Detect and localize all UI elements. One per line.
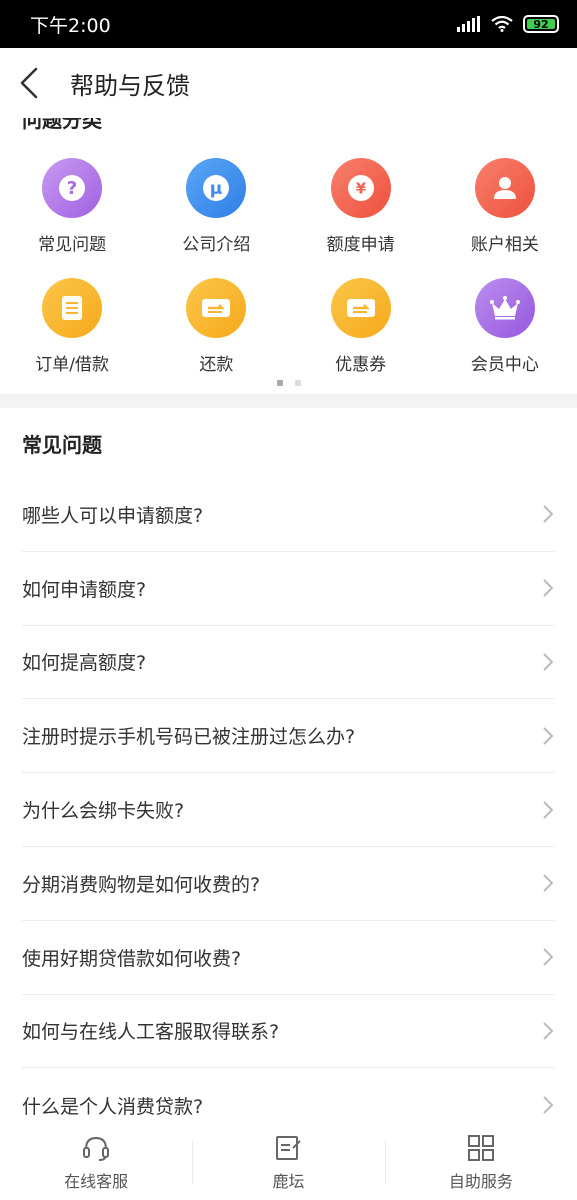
page-dot [294, 380, 301, 386]
faq-item[interactable]: 如何申请额度? [22, 552, 555, 626]
chevron-right-icon [543, 1096, 554, 1114]
chevron-right-icon [543, 1022, 554, 1040]
faq-question: 什么是个人消费贷款? [22, 1095, 204, 1118]
nav-label: 在线客服 [64, 1172, 129, 1191]
category-label: 常见问题 [38, 235, 107, 255]
battery-level: 92 [533, 17, 549, 31]
nav-forum[interactable]: 鹿坛 [192, 1122, 384, 1200]
svg-text:?: ? [67, 178, 77, 199]
category-label: 公司介绍 [182, 235, 251, 255]
chevron-right-icon [543, 727, 554, 745]
chevron-right-icon [543, 579, 554, 597]
category-account[interactable]: 账户相关 [433, 158, 577, 278]
category-label: 会员中心 [470, 355, 539, 375]
category-grid: ? 常见问题 μ 公司介绍 ¥ 额度申请 账户相关 订单/借款 还款 优惠券 会… [0, 158, 577, 394]
page-dot-active [276, 380, 283, 386]
faq-item[interactable]: 分期消费购物是如何收费的? [22, 847, 555, 921]
faq-heading: 常见问题 [22, 432, 102, 457]
faq-question: 分期消费购物是如何收费的? [22, 873, 261, 896]
back-button[interactable] [0, 48, 58, 118]
category-order[interactable]: 订单/借款 [0, 278, 144, 394]
faq-item[interactable]: 使用好期贷借款如何收费? [22, 921, 555, 995]
page-title: 帮助与反馈 [70, 71, 190, 100]
chevron-right-icon [543, 653, 554, 671]
faq-item[interactable]: 注册时提示手机号码已被注册过怎么办? [22, 699, 555, 774]
faq-question: 使用好期贷借款如何收费? [22, 947, 242, 970]
faq-question: 如何申请额度? [22, 578, 147, 601]
category-company[interactable]: μ 公司介绍 [144, 158, 288, 278]
nav-label: 自助服务 [448, 1172, 513, 1191]
category-label: 额度申请 [326, 235, 395, 255]
category-label: 优惠券 [335, 355, 387, 375]
wifi-icon [491, 16, 513, 32]
faq-question: 如何与在线人工客服取得联系? [22, 1021, 280, 1044]
faq-question: 为什么会绑卡失败? [22, 800, 185, 823]
category-label: 订单/借款 [35, 355, 109, 375]
section-divider [0, 394, 577, 408]
back-arrow-icon [20, 67, 38, 99]
category-repay[interactable]: 还款 [144, 278, 288, 394]
category-section: 问题分类 ? 常见问题 μ 公司介绍 ¥ 额度申请 账户相关 订单/借款 还款 … [0, 118, 577, 394]
user-icon [474, 158, 535, 218]
svg-text:¥: ¥ [355, 180, 366, 198]
grid-icon [467, 1135, 494, 1161]
category-coupon[interactable]: 优惠券 [289, 278, 433, 394]
faq-question: 哪些人可以申请额度? [22, 504, 204, 527]
category-faq[interactable]: ? 常见问题 [0, 158, 144, 278]
category-heading: 问题分类 [22, 118, 102, 132]
header: 帮助与反馈 [0, 48, 577, 118]
chevron-right-icon [543, 948, 554, 966]
question-icon: ? [42, 158, 103, 218]
coupon-icon [330, 278, 391, 338]
status-time: 下午2:00 [30, 14, 111, 37]
company-logo-icon: μ [186, 158, 247, 218]
edit-icon [276, 1136, 302, 1160]
faq-list: 哪些人可以申请额度? 如何申请额度? 如何提高额度? 注册时提示手机号码已被注册… [0, 478, 577, 1142]
battery-icon: 92 [523, 15, 559, 33]
chevron-right-icon [543, 800, 554, 819]
faq-question: 如何提高额度? [22, 652, 147, 675]
bottom-nav: 在线客服 鹿坛 自助服务 [0, 1122, 577, 1200]
signal-icon [457, 16, 480, 32]
nav-online-service[interactable]: 在线客服 [0, 1122, 192, 1200]
faq-question: 注册时提示手机号码已被注册过怎么办? [22, 726, 356, 749]
faq-item[interactable]: 如何与在线人工客服取得联系? [22, 995, 555, 1069]
status-icons: 92 [457, 15, 559, 33]
nav-label: 鹿坛 [272, 1172, 305, 1191]
chevron-right-icon [543, 874, 554, 893]
page-indicator [0, 380, 577, 386]
chevron-right-icon [543, 505, 554, 524]
yen-icon: ¥ [330, 158, 391, 218]
category-credit[interactable]: ¥ 额度申请 [289, 158, 433, 278]
svg-text:μ: μ [210, 179, 223, 199]
faq-item[interactable]: 哪些人可以申请额度? [22, 478, 555, 552]
faq-section: 常见问题 哪些人可以申请额度? 如何申请额度? 如何提高额度? 注册时提示手机号… [0, 408, 577, 1142]
faq-item[interactable]: 为什么会绑卡失败? [22, 773, 555, 847]
document-icon [42, 278, 103, 338]
status-bar: 下午2:00 92 [0, 0, 577, 48]
card-icon [186, 278, 247, 338]
nav-self-service[interactable]: 自助服务 [384, 1122, 577, 1200]
category-membership[interactable]: 会员中心 [433, 278, 577, 394]
category-label: 账户相关 [470, 235, 539, 255]
headset-icon [83, 1136, 110, 1161]
category-label: 还款 [199, 355, 234, 375]
crown-icon [474, 278, 535, 338]
faq-item[interactable]: 如何提高额度? [22, 626, 555, 700]
